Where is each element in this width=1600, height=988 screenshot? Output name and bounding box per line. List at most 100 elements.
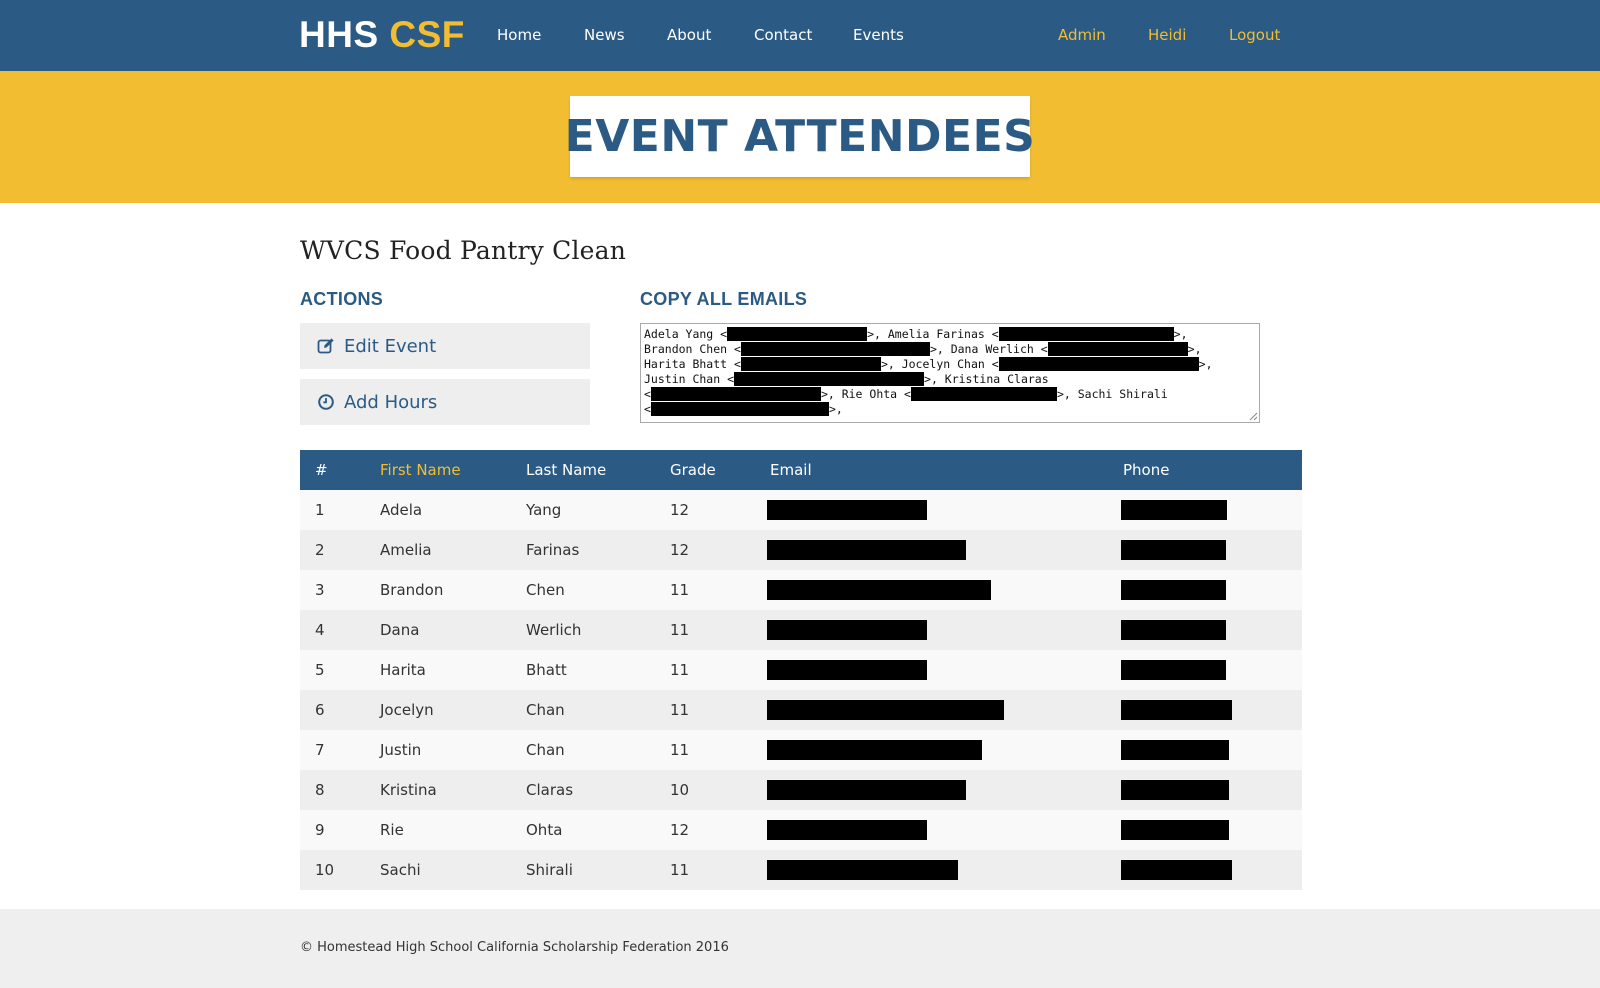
nav-user-heidi[interactable]: Heidi xyxy=(1148,24,1186,46)
emails-textarea[interactable]: Adela Yang < >, Amelia Farinas < >, Brando… xyxy=(640,323,1260,423)
cell-grade: 12 xyxy=(670,821,690,839)
cell-grade: 11 xyxy=(670,581,690,599)
cell-last-name: Ohta xyxy=(526,821,563,839)
table-body: 1 Adela Yang 12 2 Amelia Farinas 12 3 Brandon Chen… xyxy=(300,490,1302,890)
table-row: 5 Harita Bhatt 11 xyxy=(300,650,1302,690)
nav-home[interactable]: Home xyxy=(497,24,541,46)
cell-grade: 12 xyxy=(670,541,690,559)
redacted-email xyxy=(1047,342,1188,356)
cell-first-name: Harita xyxy=(380,661,426,679)
cell-email-redacted xyxy=(767,780,966,800)
cell-phone-redacted xyxy=(1121,860,1232,880)
emails-line: < >, xyxy=(644,402,843,416)
cell-last-name: Yang xyxy=(526,501,562,519)
cell-last-name: Farinas xyxy=(526,541,580,559)
cell-phone-redacted xyxy=(1121,660,1226,680)
cell-number: 6 xyxy=(315,701,325,719)
cell-first-name: Jocelyn xyxy=(380,701,434,719)
table-row: 8 Kristina Claras 10 xyxy=(300,770,1302,810)
cell-email-redacted xyxy=(767,860,958,880)
edit-event-button[interactable]: Edit Event xyxy=(300,323,590,369)
cell-email-redacted xyxy=(767,660,927,680)
nav-contact[interactable]: Contact xyxy=(754,24,812,46)
nav-news[interactable]: News xyxy=(584,24,625,46)
copy-emails-heading: COPY ALL EMAILS xyxy=(640,289,808,309)
cell-number: 5 xyxy=(315,661,325,679)
cell-number: 8 xyxy=(315,781,325,799)
cell-last-name: Bhatt xyxy=(526,661,567,679)
cell-email-redacted xyxy=(767,620,927,640)
emails-line: Harita Bhatt < >, Jocelyn Chan < >, xyxy=(644,357,1213,371)
cell-grade: 11 xyxy=(670,741,690,759)
cell-grade: 11 xyxy=(670,701,690,719)
nav-events[interactable]: Events xyxy=(853,24,904,46)
top-navbar: HHS CSF Home News About Contact Events A… xyxy=(0,0,1600,71)
redacted-email xyxy=(727,327,868,341)
column-header-email[interactable]: Email xyxy=(770,450,812,490)
redacted-email xyxy=(740,342,930,356)
cell-first-name: Rie xyxy=(380,821,404,839)
add-hours-button[interactable]: Add Hours xyxy=(300,379,590,425)
page-title: EVENT ATTENDEES xyxy=(564,111,1036,162)
cell-phone-redacted xyxy=(1121,780,1229,800)
cell-number: 10 xyxy=(315,861,335,879)
cell-phone-redacted xyxy=(1121,820,1229,840)
cell-first-name: Dana xyxy=(380,621,420,639)
cell-first-name: Sachi xyxy=(380,861,421,879)
resize-grip-icon[interactable] xyxy=(1249,412,1258,421)
event-title: WVCS Food Pantry Clean xyxy=(300,236,627,265)
emails-line: Justin Chan < >, Kristina Claras xyxy=(644,372,1049,386)
cell-last-name: Chan xyxy=(526,701,565,719)
redacted-email xyxy=(650,387,821,401)
cell-last-name: Shirali xyxy=(526,861,573,879)
cell-email-redacted xyxy=(767,500,927,520)
page-title-box: EVENT ATTENDEES xyxy=(565,96,1035,177)
edit-icon xyxy=(317,337,335,355)
column-header-number[interactable]: # xyxy=(315,450,328,490)
cell-email-redacted xyxy=(767,740,982,760)
table-header: # First Name Last Name Grade Email Phone xyxy=(300,450,1302,490)
column-header-grade[interactable]: Grade xyxy=(670,450,716,490)
nav-about[interactable]: About xyxy=(667,24,711,46)
redacted-email xyxy=(998,327,1174,341)
column-header-first-name[interactable]: First Name xyxy=(380,450,461,490)
table-row: 6 Jocelyn Chan 11 xyxy=(300,690,1302,730)
table-row: 9 Rie Ohta 12 xyxy=(300,810,1302,850)
page-banner: EVENT ATTENDEES xyxy=(0,71,1600,203)
cell-first-name: Justin xyxy=(380,741,422,759)
nav-logout[interactable]: Logout xyxy=(1229,24,1280,46)
cell-number: 7 xyxy=(315,741,325,759)
table-row: 7 Justin Chan 11 xyxy=(300,730,1302,770)
cell-grade: 12 xyxy=(670,501,690,519)
brand-logo-part1: HHS xyxy=(299,14,379,55)
brand-logo[interactable]: HHS CSF xyxy=(299,14,465,56)
column-header-last-name[interactable]: Last Name xyxy=(526,450,606,490)
cell-first-name: Adela xyxy=(380,501,423,519)
emails-line: Adela Yang < >, Amelia Farinas < >, xyxy=(644,327,1188,341)
cell-last-name: Claras xyxy=(526,781,574,799)
cell-phone-redacted xyxy=(1121,540,1226,560)
redacted-email xyxy=(740,357,881,371)
cell-phone-redacted xyxy=(1121,620,1226,640)
cell-number: 4 xyxy=(315,621,325,639)
cell-phone-redacted xyxy=(1121,580,1226,600)
column-header-phone[interactable]: Phone xyxy=(1123,450,1169,490)
attendees-table: # First Name Last Name Grade Email Phone… xyxy=(300,450,1302,890)
cell-email-redacted xyxy=(767,820,927,840)
cell-grade: 11 xyxy=(670,661,690,679)
cell-first-name: Amelia xyxy=(380,541,432,559)
cell-number: 3 xyxy=(315,581,325,599)
cell-email-redacted xyxy=(767,540,966,560)
cell-email-redacted xyxy=(767,580,991,600)
cell-grade: 11 xyxy=(670,861,690,879)
cell-last-name: Werlich xyxy=(526,621,582,639)
cell-number: 1 xyxy=(315,501,325,519)
nav-admin[interactable]: Admin xyxy=(1058,24,1106,46)
actions-heading: ACTIONS xyxy=(300,289,384,309)
cell-first-name: Kristina xyxy=(380,781,437,799)
cell-first-name: Brandon xyxy=(380,581,444,599)
footer-copyright: © Homestead High School California Schol… xyxy=(300,940,729,955)
edit-event-label: Edit Event xyxy=(344,335,437,357)
table-row: 10 Sachi Shirali 11 xyxy=(300,850,1302,890)
table-row: 3 Brandon Chen 11 xyxy=(300,570,1302,610)
